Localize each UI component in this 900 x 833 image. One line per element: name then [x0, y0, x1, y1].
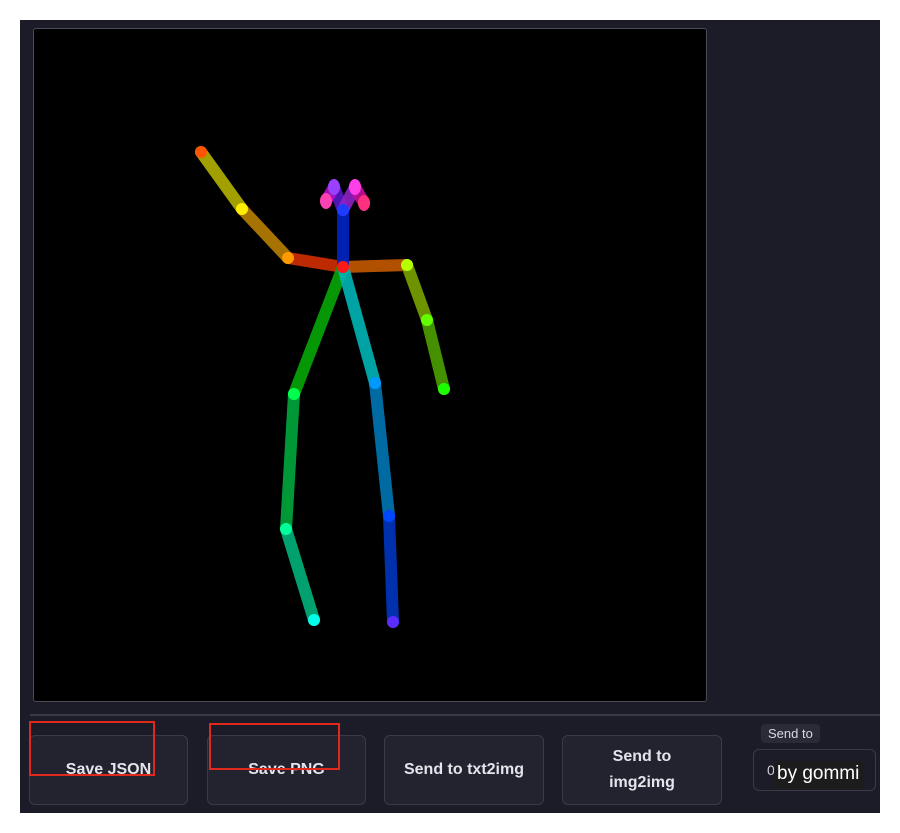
- bone-lelb-lwr: [421, 314, 450, 395]
- save-json-label: Save JSON: [65, 761, 152, 778]
- pose-skeleton[interactable]: [34, 29, 706, 701]
- joint-nose[interactable]: [337, 204, 349, 216]
- joint-lhip[interactable]: [369, 377, 381, 389]
- bone-lsh-lelb: [401, 259, 433, 326]
- joint-reye[interactable]: [328, 179, 340, 195]
- send-to-img2img-button[interactable]: Send to img2img: [562, 735, 722, 805]
- bone-neck-rsh: [282, 252, 349, 273]
- openpose-editor-panel: Save JSON Save PNG Send to txt2img Send …: [20, 20, 880, 813]
- send-to-txt2img-button[interactable]: Send to txt2img: [384, 735, 544, 805]
- joint-rwr[interactable]: [195, 146, 207, 158]
- send-to-label: Send to: [761, 724, 820, 743]
- bone-neck-rhip: [288, 261, 349, 400]
- pose-joints[interactable]: [195, 146, 450, 628]
- bone-lhip-lknee: [369, 377, 395, 522]
- joint-lear[interactable]: [358, 195, 370, 211]
- watermark: by gommi: [774, 761, 864, 789]
- joint-lwr[interactable]: [438, 383, 450, 395]
- joint-rsh[interactable]: [282, 252, 294, 264]
- send-to-txt2img-label: Send to txt2img: [403, 761, 524, 778]
- joint-neck[interactable]: [337, 261, 349, 273]
- pose-canvas[interactable]: [33, 28, 707, 702]
- save-png-label: Save PNG: [248, 761, 325, 778]
- joint-lank[interactable]: [387, 616, 399, 628]
- joint-relb[interactable]: [236, 203, 248, 215]
- joint-leye[interactable]: [349, 179, 361, 195]
- bone-rsh-relb: [236, 203, 294, 264]
- pose-bones: [195, 146, 450, 628]
- bone-lknee-lank: [383, 510, 399, 628]
- bone-relb-rwr: [195, 146, 248, 215]
- save-png-button[interactable]: Save PNG: [207, 735, 366, 805]
- joint-rear[interactable]: [320, 193, 332, 209]
- joint-lknee[interactable]: [383, 510, 395, 522]
- bone-rhip-rknee: [280, 388, 300, 535]
- bone-neck-lsh: [337, 259, 413, 273]
- bone-neck-lhip: [337, 261, 381, 389]
- bone-rknee-rank: [280, 523, 320, 626]
- divider: [30, 714, 880, 716]
- save-json-button[interactable]: Save JSON: [29, 735, 188, 805]
- joint-lsh[interactable]: [401, 259, 413, 271]
- joint-rhip[interactable]: [288, 388, 300, 400]
- joint-rknee[interactable]: [280, 523, 292, 535]
- joint-lelb[interactable]: [421, 314, 433, 326]
- joint-rank[interactable]: [308, 614, 320, 626]
- send-to-img2img-label: Send to img2img: [609, 748, 675, 791]
